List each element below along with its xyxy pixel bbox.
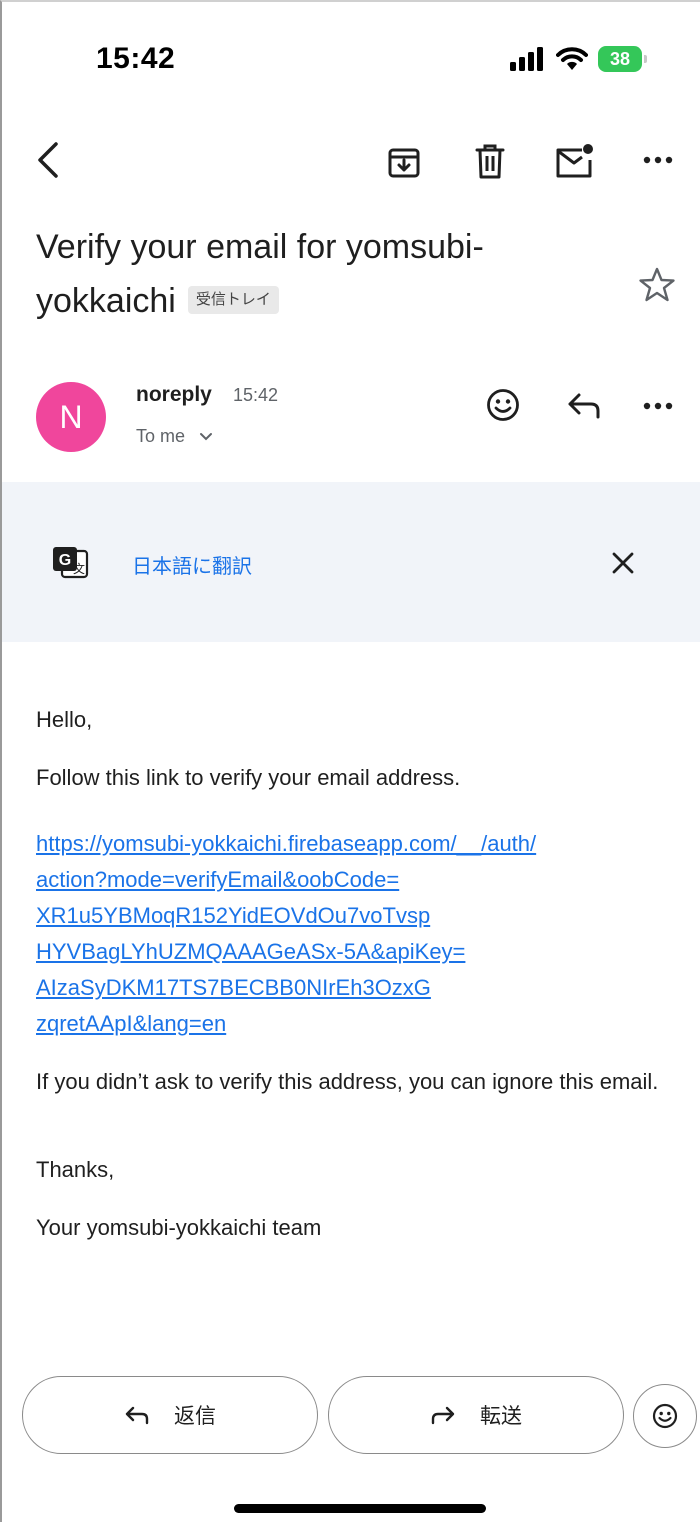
reply-icon[interactable] bbox=[564, 388, 604, 422]
emoji-icon bbox=[652, 1403, 678, 1429]
svg-text:文: 文 bbox=[73, 561, 85, 576]
verification-link[interactable]: https://yomsubi-yokkaichi.firebaseapp.co… bbox=[36, 826, 676, 1042]
chevron-down-icon[interactable] bbox=[199, 432, 213, 441]
link-line[interactable]: HYVBagLYhUZMQAAAGeASx-5A&apiKey= bbox=[36, 934, 676, 970]
email-subject: Verify your email for yomsubi-yokkaichi 受… bbox=[36, 220, 596, 328]
wifi-icon bbox=[556, 47, 588, 70]
more-options-icon[interactable] bbox=[640, 148, 676, 172]
recipient-line[interactable]: To me bbox=[136, 426, 213, 447]
reply-button[interactable]: 返信 bbox=[22, 1376, 318, 1454]
avatar-letter: N bbox=[59, 398, 83, 435]
translate-link[interactable]: 日本語に翻訳 bbox=[132, 550, 252, 579]
link-line[interactable]: zqretAApI&lang=en bbox=[36, 1006, 676, 1042]
body-signature: Your yomsubi-yokkaichi team bbox=[36, 1215, 322, 1240]
home-indicator[interactable] bbox=[234, 1504, 486, 1513]
link-line[interactable]: action?mode=verifyEmail&oobCode= bbox=[36, 862, 676, 898]
signal-icon bbox=[510, 47, 543, 71]
reply-arrow-icon bbox=[125, 1406, 149, 1425]
emoji-reaction-button[interactable] bbox=[633, 1384, 697, 1448]
status-time: 15:42 bbox=[96, 42, 176, 75]
star-icon[interactable] bbox=[636, 264, 678, 306]
message-more-icon[interactable] bbox=[640, 396, 676, 416]
recipient-text: To me bbox=[136, 426, 186, 446]
translate-bar bbox=[2, 482, 700, 642]
body-instruction: Follow this link to verify your email ad… bbox=[36, 765, 461, 790]
close-icon[interactable] bbox=[606, 546, 640, 580]
battery-indicator: 38 bbox=[598, 46, 647, 72]
link-line[interactable]: XR1u5YBMoqR152YidEOVdOu7voTvsp bbox=[36, 898, 676, 934]
body-ignore-note: If you didn’t ask to verify this address… bbox=[36, 1069, 659, 1094]
status-icons: 38 bbox=[510, 44, 647, 74]
sender-avatar[interactable]: N bbox=[36, 382, 106, 452]
svg-text:G: G bbox=[59, 552, 71, 569]
link-line[interactable]: https://yomsubi-yokkaichi.firebaseapp.co… bbox=[36, 826, 676, 862]
back-icon[interactable] bbox=[30, 140, 66, 180]
body-greeting: Hello, bbox=[36, 707, 93, 732]
google-translate-icon: G 文 bbox=[50, 544, 90, 580]
link-line[interactable]: AIzaSyDKM17TS7BECBB0NIrEh3OzxG bbox=[36, 970, 676, 1006]
forward-button-label: 転送 bbox=[480, 1405, 522, 1428]
add-reaction-icon[interactable] bbox=[484, 386, 522, 424]
sender-name[interactable]: noreply bbox=[136, 383, 212, 407]
forward-arrow-icon bbox=[431, 1406, 455, 1425]
mark-unread-icon[interactable] bbox=[554, 140, 596, 182]
forward-button[interactable]: 転送 bbox=[328, 1376, 624, 1454]
delete-icon[interactable] bbox=[470, 142, 510, 182]
inbox-label-badge[interactable]: 受信トレイ bbox=[187, 286, 279, 315]
sent-time: 15:42 bbox=[233, 385, 279, 405]
battery-level: 38 bbox=[609, 48, 631, 69]
archive-icon[interactable] bbox=[384, 142, 424, 182]
body-thanks: Thanks, bbox=[36, 1157, 115, 1182]
reply-button-label: 返信 bbox=[174, 1405, 216, 1428]
